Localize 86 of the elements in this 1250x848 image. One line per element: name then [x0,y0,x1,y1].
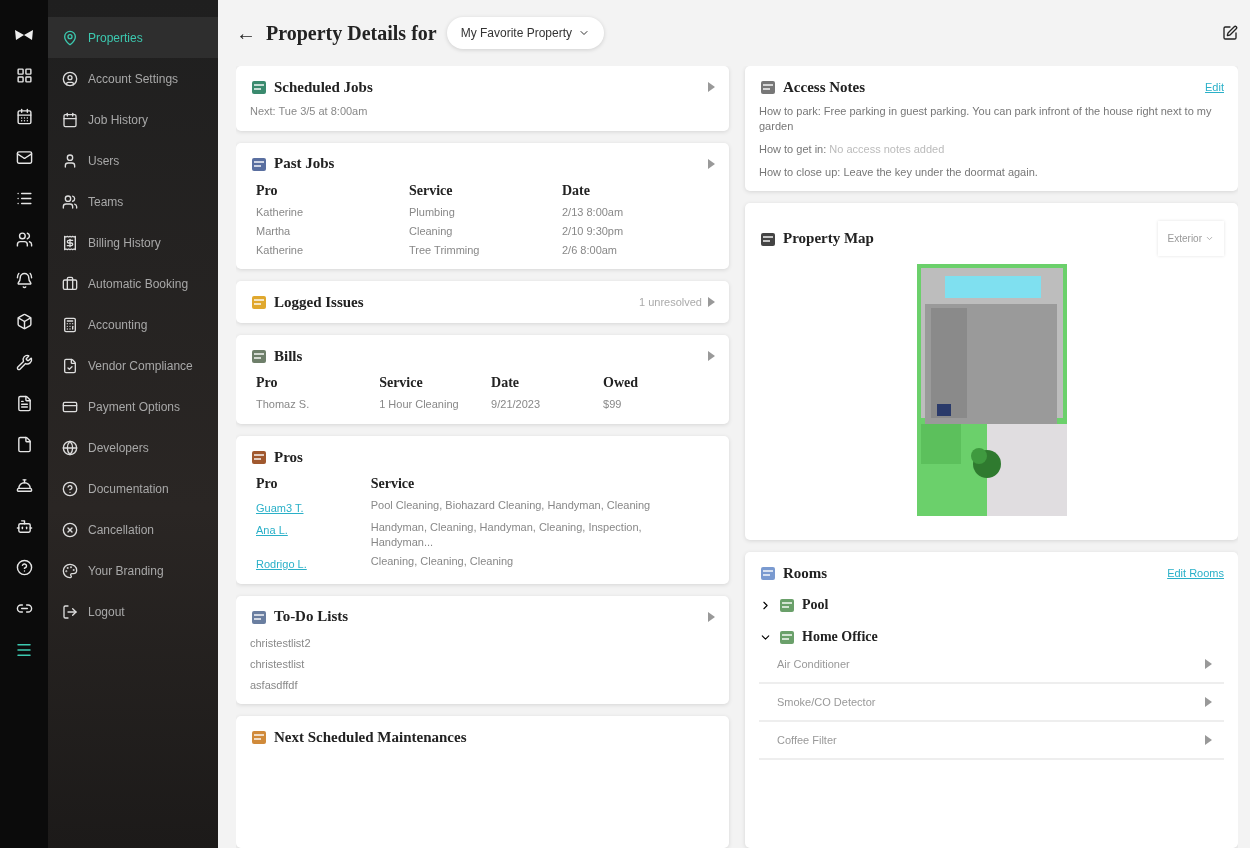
card-title: Access Notes [783,78,867,96]
menu-item[interactable]: Account Settings [48,58,218,99]
menu-item-icon [62,316,78,333]
menu-item[interactable]: Users [48,140,218,181]
card-title: Past Jobs [274,155,336,173]
table-cell-text: Pool Cleaning, Biohazard Cleaning, Handyman, Cleaning [370,498,652,514]
card-title: Scheduled Jobs [274,78,374,96]
menu-item-icon [62,562,78,579]
play-arrow-icon[interactable] [708,297,715,308]
play-arrow-icon[interactable] [708,158,715,169]
menu-item[interactable]: Properties [48,17,218,58]
play-arrow-icon [1205,735,1212,746]
edit-icon[interactable] [1222,25,1238,41]
card-title: Next Scheduled Maintenances [274,728,468,746]
table-cell-text: Plumbing [409,204,456,220]
card-title: To-Do Lists [274,608,350,626]
play-arrow-icon [1205,659,1212,670]
menu-item[interactable]: Job History [48,99,218,140]
menu-item-icon [62,29,78,46]
menu-item[interactable]: Vendor Compliance [48,345,218,386]
menu-item[interactable]: Automatic Booking [48,263,218,304]
menu-item-icon [62,193,78,210]
card-title: Bills [274,347,304,365]
room-name[interactable]: Home Office [802,629,878,646]
card-title: Logged Issues [274,293,365,311]
table-cell-text: 2/6 8:00am [562,242,619,258]
status-text: 1 unresolved [639,296,702,309]
play-arrow-icon[interactable] [708,82,715,92]
todo-list-item[interactable]: christestlist [250,656,715,672]
table-cell-text: 9/21/2023 [491,397,542,413]
access-note: How to get in: No access notes added [759,141,946,157]
menu-item[interactable]: Logout [48,591,218,632]
menu-item-icon [62,357,78,374]
todo-list-item[interactable]: christestlist2 [250,635,715,651]
next-job-text: Next: Tue 3/5 at 8:00am [250,104,369,119]
property-dropdown[interactable]: My Favorite Property [446,17,605,49]
table-cell-text: 2/10 9:30pm [562,223,625,239]
menu-item[interactable]: Billing History [48,222,218,263]
table-cell-text: Martha [256,223,292,239]
menu-item-icon [62,111,78,128]
menu-item[interactable]: Documentation [48,468,218,509]
access-note: How to close up: Leave the key under the doormat again. [759,164,1039,180]
menu-item-icon [62,480,78,497]
menu-item-icon [62,521,78,538]
table-cell-text: Cleaning [409,223,454,239]
column-header: Pro [256,476,279,493]
card-title: Pros [274,448,304,466]
play-arrow-icon[interactable] [708,611,715,622]
column-header: Date [562,182,591,199]
table-cell-text: Tree Trimming [409,242,481,258]
table-cell-text: Cleaning, Cleaning, Cleaning [370,553,515,569]
todo-list-item[interactable]: asfasdffdf [250,677,715,693]
column-header: Date [491,375,521,392]
table-cell-text: $99 [603,397,623,413]
menu-item[interactable]: Cancellation [48,509,218,550]
menu-item-icon [62,275,78,292]
table-cell-text: Katherine [256,204,305,220]
column-header: Service [379,375,424,392]
back-arrow[interactable]: ← [236,21,256,45]
card-title: Property Map [783,230,875,248]
play-arrow-icon [1205,697,1212,708]
menu-item[interactable]: Payment Options [48,386,218,427]
column-header: Service [370,476,416,493]
menu-item[interactable]: Teams [48,181,218,222]
card-title: Rooms [783,564,829,582]
menu-item-icon [62,603,78,620]
column-header: Pro [256,182,279,199]
access-note: How to park: Free parking in guest parking. You can park infront of the house right next to my garden [759,104,1213,134]
table-cell-text: Handyman, Cleaning, Handyman, Cleaning, Inspection, Handyman... [370,520,643,550]
page-title: Property Details for [266,21,437,45]
menu-item[interactable]: Accounting [48,304,218,345]
play-arrow-icon[interactable] [708,351,715,362]
column-header: Pro [256,375,279,392]
table-cell-text: Katherine [256,242,305,258]
table-cell-text: 1 Hour Cleaning [379,397,460,413]
column-header: Owed [603,375,640,392]
column-header: Service [409,182,454,199]
room-name[interactable]: Pool [802,597,829,614]
menu-item[interactable]: Developers [48,427,218,468]
menu-item-icon [62,70,78,87]
menu-item-icon [62,234,78,251]
menu-item[interactable]: Your Branding [48,550,218,591]
table-cell-text: 2/13 8:00am [562,204,625,220]
menu-item-icon [62,439,78,456]
menu-item-icon [62,152,78,169]
table-cell-text: Thomaz S. [256,397,311,413]
